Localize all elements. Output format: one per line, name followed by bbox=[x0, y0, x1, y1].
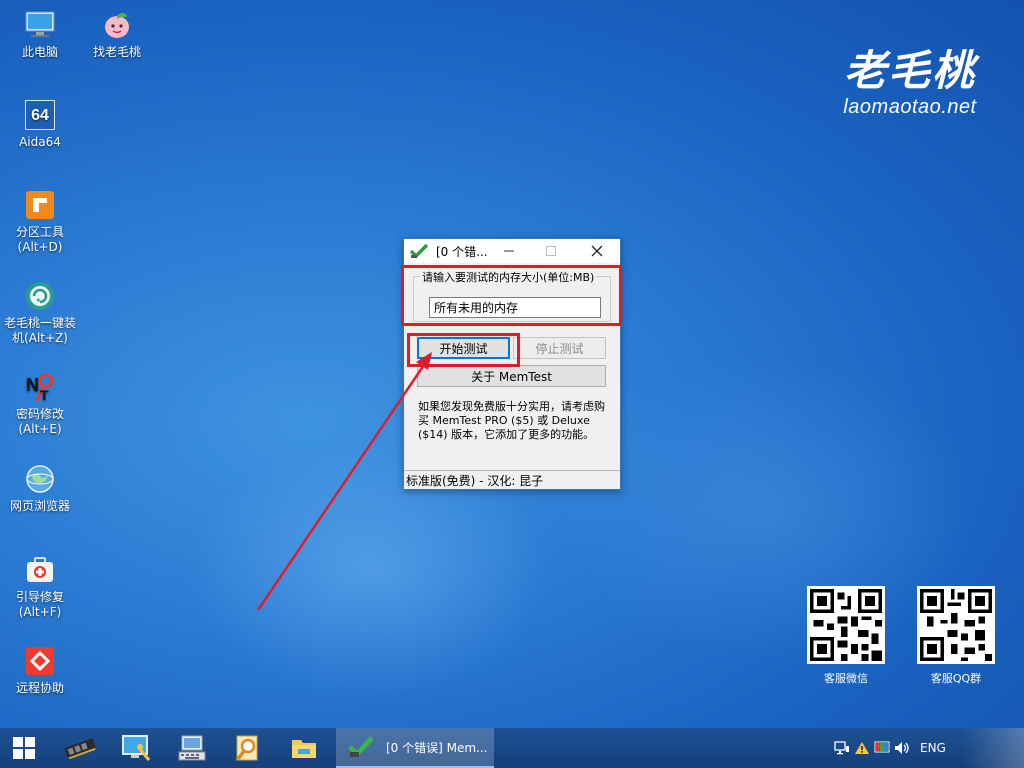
system-tray: ENG bbox=[832, 728, 1024, 768]
desktop-icon-one-click-install[interactable]: 老毛桃一键装 机(Alt+Z) bbox=[1, 279, 79, 346]
minimize-button[interactable] bbox=[494, 239, 524, 263]
language-indicator[interactable]: ENG bbox=[920, 741, 946, 755]
qr-code-icon bbox=[807, 586, 885, 664]
desktop-icon-label: 分区工具 bbox=[15, 225, 64, 239]
password-icon: NT bbox=[23, 370, 57, 404]
brand-name-en: laomaotao.net bbox=[843, 96, 977, 118]
minimize-icon bbox=[504, 250, 514, 252]
show-desktop-button[interactable] bbox=[964, 728, 1024, 768]
desktop-icon-remote-assist[interactable]: 远程协助 bbox=[1, 644, 79, 696]
taskbar-computer-manage[interactable] bbox=[112, 728, 160, 768]
keyboard-monitor-icon bbox=[178, 735, 206, 761]
start-button[interactable] bbox=[0, 728, 48, 768]
qr-label: 客服QQ群 bbox=[930, 672, 982, 685]
folder-icon bbox=[292, 740, 316, 758]
display-settings-icon[interactable] bbox=[872, 728, 892, 768]
taskbar-task-label: [0 个错误] Mem... bbox=[386, 740, 488, 755]
desktop-icon-label: 密码修改 bbox=[15, 407, 64, 421]
close-button[interactable] bbox=[582, 239, 612, 263]
desktop-icon-label: 老毛桃一键装 bbox=[3, 316, 76, 330]
taskbar-file-explorer[interactable] bbox=[280, 728, 328, 768]
desktop-icon-partition-tool[interactable]: 分区工具 (Alt+D) bbox=[1, 188, 79, 255]
boot-repair-icon bbox=[23, 553, 57, 587]
desktop-icon-label: (Alt+F) bbox=[18, 605, 62, 619]
desktop-icon-password-change[interactable]: NT 密码修改 (Alt+E) bbox=[1, 370, 79, 437]
one-click-install-icon bbox=[23, 279, 57, 313]
status-bar: 标准版(免费) - 汉化: 昆子 bbox=[404, 470, 620, 489]
partition-tool-icon bbox=[23, 188, 57, 222]
upgrade-note: 如果您发现免费版十分实用，请考虑购买 MemTest PRO ($5) 或 De… bbox=[418, 400, 605, 441]
maximize-button[interactable] bbox=[536, 239, 566, 263]
alert-icon[interactable] bbox=[852, 728, 872, 768]
memory-chip-icon bbox=[64, 738, 96, 759]
taskbar-device-manager[interactable] bbox=[168, 728, 216, 768]
memtest-check-icon bbox=[344, 730, 378, 764]
remote-assist-icon bbox=[23, 644, 57, 678]
desktop-icon-label: 找老毛桃 bbox=[92, 45, 141, 59]
about-memtest-button[interactable]: 关于 MemTest bbox=[417, 365, 606, 387]
maximize-icon bbox=[546, 246, 556, 256]
desktop-icon-label: Aida64 bbox=[19, 135, 61, 149]
taskbar-memory-chip[interactable] bbox=[56, 728, 104, 768]
desktop-icon-label: 网页浏览器 bbox=[9, 499, 70, 513]
volume-icon[interactable] bbox=[892, 728, 912, 768]
brand-logo: 老毛桃 laomaotao.net bbox=[835, 48, 985, 119]
peach-icon bbox=[100, 8, 134, 42]
monitor-tools-icon bbox=[122, 735, 151, 761]
desktop-icon-label: 此电脑 bbox=[21, 45, 58, 59]
qr-label: 客服微信 bbox=[824, 672, 868, 685]
desktop-icon-label: 引导修复 bbox=[15, 590, 64, 604]
stop-test-button[interactable]: 停止测试 bbox=[513, 337, 606, 359]
close-icon bbox=[591, 245, 603, 257]
taskbar-memtest-task[interactable]: [0 个错误] Mem... bbox=[336, 728, 494, 768]
computer-icon bbox=[23, 8, 57, 42]
memtest-window[interactable]: [0 个错... 请输入要测试的内存大小(单位:MB) 开始测试 停止测试 关于… bbox=[403, 238, 621, 490]
desktop-icon-boot-repair[interactable]: 引导修复 (Alt+F) bbox=[1, 553, 79, 620]
aida64-icon: 64 bbox=[23, 98, 57, 132]
desktop-icon-label: 远程协助 bbox=[15, 681, 64, 695]
memtest-check-icon bbox=[408, 240, 430, 262]
qr-code-icon bbox=[917, 586, 995, 664]
window-titlebar[interactable]: [0 个错... bbox=[404, 239, 620, 263]
svg-text:T: T bbox=[40, 387, 49, 403]
windows-logo-icon bbox=[13, 737, 35, 759]
search-icon bbox=[236, 735, 258, 761]
memory-size-label: 请输入要测试的内存大小(单位:MB) bbox=[420, 269, 597, 285]
desktop-icon-aida64[interactable]: 64 Aida64 bbox=[1, 98, 79, 150]
taskbar: [0 个错误] Mem... ENG bbox=[0, 728, 1024, 768]
qr-wechat: 客服微信 bbox=[806, 586, 886, 686]
network-icon[interactable] bbox=[832, 728, 852, 768]
brand-name-cn: 老毛桃 bbox=[843, 46, 976, 95]
qr-qq-group: 客服QQ群 bbox=[916, 586, 996, 686]
window-title: [0 个错... bbox=[436, 244, 488, 259]
desktop-icon-find-laomaotao[interactable]: 找老毛桃 bbox=[78, 8, 156, 60]
desktop-icon-label: (Alt+D) bbox=[17, 240, 63, 254]
desktop-icon-this-pc[interactable]: 此电脑 bbox=[1, 8, 79, 60]
desktop-icon-label: (Alt+E) bbox=[18, 422, 62, 436]
desktop-icon-web-browser[interactable]: 网页浏览器 bbox=[1, 462, 79, 514]
desktop-icon-label: 机(Alt+Z) bbox=[12, 331, 68, 345]
memory-size-input[interactable] bbox=[429, 297, 601, 318]
svg-text:N: N bbox=[26, 375, 39, 395]
web-browser-icon bbox=[23, 462, 57, 496]
taskbar-search-tool[interactable] bbox=[224, 728, 272, 768]
start-test-button[interactable]: 开始测试 bbox=[417, 337, 510, 359]
